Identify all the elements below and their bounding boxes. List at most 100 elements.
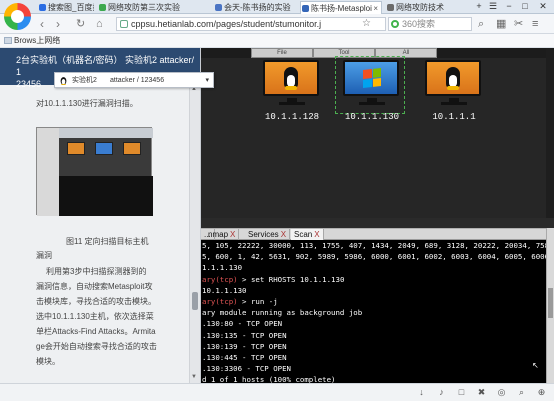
figure-caption-2: 漏洞 xyxy=(36,251,52,260)
host-10-1-1-128[interactable]: 10.1.1.128 xyxy=(263,60,323,122)
forward-icon[interactable]: › xyxy=(56,17,60,31)
left-scrollbar[interactable]: ▲ ▼ xyxy=(189,85,200,383)
home-icon[interactable]: ⌂ xyxy=(96,17,103,31)
tab-label: 搜索图_百度搜索 xyxy=(48,3,94,12)
console-text: > set RHOSTS 10.1.1.130 xyxy=(237,274,345,284)
host-10-1-1-130[interactable]: 10.1.1.130 xyxy=(343,60,403,122)
terminal-line: .130:139 - TCP OPEN xyxy=(202,341,546,352)
url-text: cppsu.hetianlab.com/pages/student/stumon… xyxy=(131,19,322,29)
browser-status-bar: ↓ ♪ □ ✖ ◎ ⌕ ⊕ xyxy=(0,383,554,401)
tab-attack-tech[interactable]: 网络攻防技术 xyxy=(386,1,456,14)
apps-grid-icon[interactable]: ▦ xyxy=(496,17,506,31)
monitor-base xyxy=(279,102,305,105)
scan-console-output[interactable]: 5, 105, 22222, 30000, 113, 1755, 407, 14… xyxy=(201,240,546,383)
console-text: 1.1.1.130 xyxy=(202,263,243,273)
console-text: .130:139 - TCP OPEN xyxy=(202,341,287,351)
window-icon[interactable]: □ xyxy=(456,387,467,398)
maximize-button[interactable]: □ xyxy=(516,0,534,14)
close-tab-icon[interactable]: X xyxy=(314,230,319,239)
scroll-down-icon[interactable]: ▼ xyxy=(191,374,197,380)
scrollbar-thumb[interactable] xyxy=(548,288,553,318)
host-10-1-1-1[interactable]: 10.1.1.1 xyxy=(425,60,485,122)
tab-nmap[interactable]: nmap X xyxy=(205,229,240,240)
tab-label: 网络攻防技术 xyxy=(396,3,444,12)
search-engine-icon xyxy=(391,20,399,28)
chevron-down-icon[interactable]: ▾ xyxy=(205,74,209,88)
search-placeholder: 360搜索 xyxy=(402,19,436,29)
browser-logo-icon[interactable] xyxy=(4,3,31,30)
tab-label: nmap xyxy=(208,230,229,239)
terminal-line: .130:3306 - TCP OPEN xyxy=(202,363,546,374)
console-prompt: ary(tcp) xyxy=(202,297,238,307)
console-text: 5, 105, 22222, 30000, 113, 1755, 407, 14… xyxy=(202,241,546,250)
search-icon[interactable]: ⌕ xyxy=(478,17,484,31)
tab-site-icon xyxy=(387,4,394,11)
tab-metasploit[interactable]: 陈书扬-Metasploi × xyxy=(300,1,382,14)
tab-site-icon xyxy=(215,4,222,11)
screenshot-thumbnail[interactable] xyxy=(36,127,153,216)
figure-caption: 图11 定向扫描目标主机 xyxy=(66,237,149,246)
console-text: .130:445 - TCP OPEN xyxy=(202,353,287,363)
close-window-button[interactable]: ✕ xyxy=(534,0,552,14)
thumbnail-host-icon xyxy=(67,142,85,155)
browser-icon[interactable]: ◎ xyxy=(496,387,507,398)
tab-label: 陈书扬-Metasploi xyxy=(311,4,372,13)
topology-menu-item[interactable]: File xyxy=(251,48,313,58)
console-text: .130:80 - TCP OPEN xyxy=(202,319,283,329)
terminal-line: 10.1.1.130 xyxy=(202,285,546,296)
search-icon[interactable]: ⌕ xyxy=(516,387,527,398)
penguin-icon xyxy=(60,77,67,85)
instruction-paragraph: 利用第3步中扫描探测器到的 漏洞信息，自动搜索Metasploit攻 击模块库，… xyxy=(36,264,188,369)
monitor-base xyxy=(441,102,467,105)
close-tab-icon[interactable]: X xyxy=(230,230,235,239)
secure-icon xyxy=(120,20,128,28)
cut-icon[interactable]: ✂ xyxy=(514,17,523,31)
host-monitor-icon xyxy=(425,60,481,105)
delete-icon[interactable]: ✖ xyxy=(476,387,487,398)
console-text: > run -j xyxy=(237,297,278,307)
tab-services[interactable]: Services X xyxy=(245,229,291,240)
paragraph-line: 漏洞信息，自动搜索Metasploit攻 xyxy=(36,282,153,291)
console-prompt: ary(tcp) xyxy=(202,274,238,284)
close-tab-icon[interactable]: × xyxy=(373,2,378,14)
thumbnail-terminal xyxy=(59,176,153,216)
bookmark-item[interactable]: Brows上网络 xyxy=(4,34,60,47)
refresh-icon[interactable]: ↻ xyxy=(76,17,85,31)
host-monitor-icon xyxy=(343,60,399,105)
tab-scan[interactable]: Scan X xyxy=(291,229,324,240)
console-text: 5, 600, 1, 42, 5631, 902, 5989, 5986, 60… xyxy=(202,252,546,262)
paragraph-line: ge会开始自动搜索寻找合适的攻击 xyxy=(36,342,157,351)
console-text: 10.1.1.130 xyxy=(202,285,247,295)
console-text: d 1 of 1 hosts (100% complete) xyxy=(202,375,336,383)
favorite-star-icon[interactable]: ☆ xyxy=(362,17,371,31)
more-menu-icon[interactable]: ≡ xyxy=(532,17,538,31)
scrollbar-thumb[interactable] xyxy=(192,292,198,310)
tab-site-icon xyxy=(99,4,106,11)
paragraph-line: 模块。 xyxy=(36,357,60,366)
console-scrollbar[interactable] xyxy=(546,228,554,383)
address-toolbar: ‹ › ↻ ⌂ cppsu.hetianlab.com/pages/studen… xyxy=(0,14,554,34)
search-input[interactable]: 360搜索 xyxy=(388,17,472,31)
tab-site-icon xyxy=(302,5,309,12)
back-icon[interactable]: ‹ xyxy=(40,17,44,31)
url-input[interactable]: cppsu.hetianlab.com/pages/student/stumon… xyxy=(116,17,386,31)
close-tab-icon[interactable]: X xyxy=(281,230,286,239)
download-icon[interactable]: ↓ xyxy=(416,387,427,398)
console-text: ary module running as background job xyxy=(202,308,363,318)
terminal-line: .130:80 - TCP OPEN xyxy=(202,318,546,329)
terminal-line: ary(tcp) > set RHOSTS 10.1.1.130 xyxy=(202,274,546,285)
terminal-line: 1.1.1.130 xyxy=(202,262,546,273)
zoom-icon[interactable]: ⊕ xyxy=(536,387,547,398)
tab-label: 网络攻防第三次实验 xyxy=(108,3,180,12)
terminal-line: .130:135 - TCP OPEN xyxy=(202,330,546,341)
thumbnail-sidebar xyxy=(37,128,59,216)
topology-scrollbar[interactable] xyxy=(546,48,554,218)
tab-chen-experiment[interactable]: 会天-陈书扬的实验 xyxy=(214,1,296,14)
intro-text: 对10.1.1.130进行漏洞扫描。 xyxy=(36,99,138,108)
monitor-base xyxy=(359,102,385,105)
tab-experiment-3[interactable]: 网络攻防第三次实验 xyxy=(98,1,206,14)
host-topology-view: File Tool All 10.1.1.128 10.1.1.130 10.1… xyxy=(201,48,546,218)
sound-icon[interactable]: ♪ xyxy=(436,387,447,398)
machine-selector-dropdown[interactable]: 实验机2 attacker / 123456 ▾ xyxy=(54,72,214,88)
tab-baidu[interactable]: 搜索图_百度搜索 xyxy=(38,1,94,14)
